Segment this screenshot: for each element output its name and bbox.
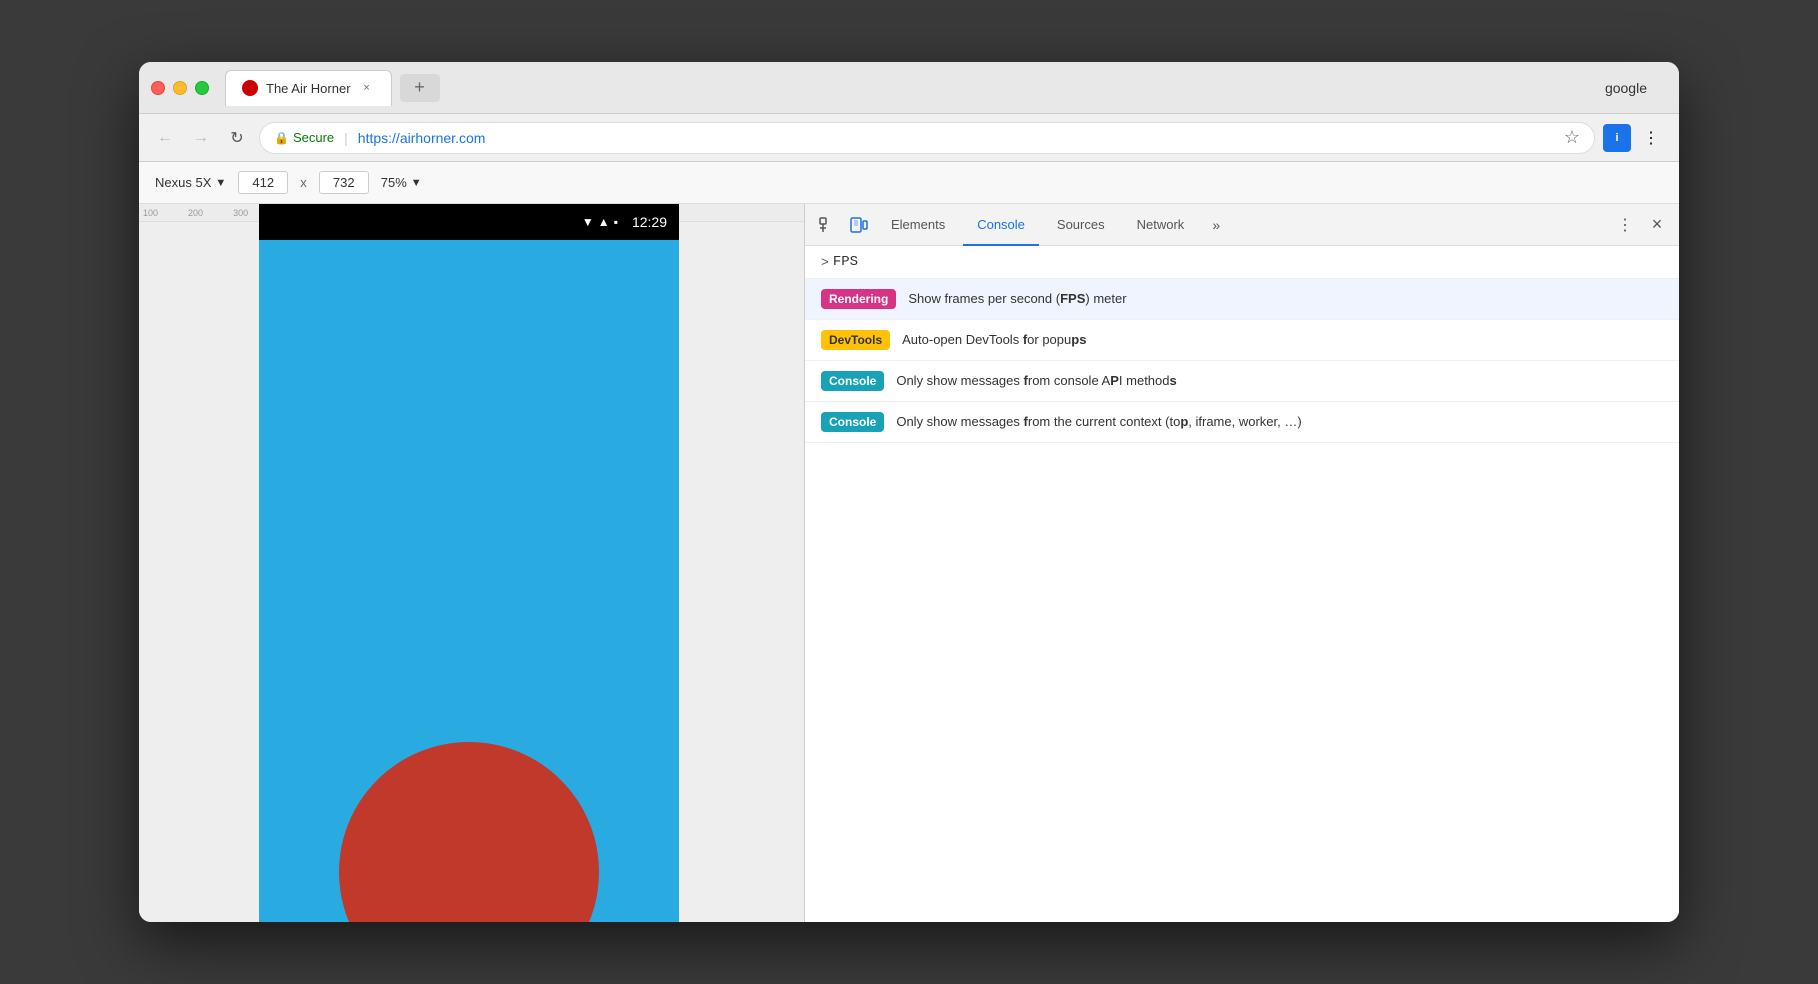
more-tabs-button[interactable]: » xyxy=(1202,211,1230,239)
tab-console[interactable]: Console xyxy=(963,204,1039,246)
zoom-selector[interactable]: 75% ▼ xyxy=(381,175,422,190)
devtools-more-button[interactable]: ⋮ xyxy=(1611,211,1639,239)
url-divider: | xyxy=(344,130,348,146)
secure-label: Secure xyxy=(293,130,334,145)
more-button[interactable]: ⋮ xyxy=(1635,122,1667,154)
mobile-screen: ▼ ▲ ▪ 12:29 xyxy=(259,204,679,922)
lock-icon: 🔒 xyxy=(274,131,289,145)
content-area: 100 200 300 400 500 600 ▼ ▲ ▪ 12:29 xyxy=(139,204,1679,922)
autocomplete-list: Rendering Show frames per second (FPS) m… xyxy=(805,279,1679,922)
devtools-close-button[interactable]: × xyxy=(1643,211,1671,239)
back-button[interactable]: ← xyxy=(151,124,179,152)
zoom-dropdown-icon: ▼ xyxy=(411,177,422,189)
refresh-button[interactable]: ↻ xyxy=(223,124,251,152)
battery-icon: ▪ xyxy=(614,215,618,229)
bookmark-icon[interactable]: ☆ xyxy=(1564,127,1580,148)
status-icons: ▼ ▲ ▪ xyxy=(582,215,618,229)
forward-button[interactable]: → xyxy=(187,124,215,152)
extension-icon[interactable]: i xyxy=(1603,124,1631,152)
viewport: 100 200 300 400 500 600 ▼ ▲ ▪ 12:29 xyxy=(139,204,804,922)
autocomplete-item[interactable]: Console Only show messages from console … xyxy=(805,361,1679,402)
url-text: https://airhorner.com xyxy=(358,130,486,146)
active-tab[interactable]: The Air Horner × xyxy=(225,70,392,106)
devtools-more-icon: ⋮ xyxy=(1617,215,1633,235)
height-input[interactable]: 732 xyxy=(319,171,369,194)
badge-console-2: Console xyxy=(821,412,884,432)
status-time: 12:29 xyxy=(632,214,667,230)
devtools-close-icon: × xyxy=(1652,214,1663,235)
signal-icon: ▲ xyxy=(598,215,610,229)
address-bar[interactable]: 🔒 Secure | https://airhorner.com ☆ xyxy=(259,122,1595,154)
autocomplete-item[interactable]: DevTools Auto-open DevTools for popups xyxy=(805,320,1679,361)
tab-title: The Air Horner xyxy=(266,81,351,96)
autocomplete-text-2: Auto-open DevTools for popups xyxy=(902,331,1086,349)
mobile-content xyxy=(259,240,679,922)
refresh-icon: ↻ xyxy=(230,128,243,148)
tab-favicon xyxy=(242,80,258,96)
tab-network[interactable]: Network xyxy=(1123,204,1199,246)
close-button[interactable] xyxy=(151,81,165,95)
zoom-level: 75% xyxy=(381,175,407,190)
autocomplete-text-4: Only show messages from the current cont… xyxy=(896,413,1301,431)
tab-elements[interactable]: Elements xyxy=(877,204,959,246)
forward-icon: → xyxy=(193,129,209,147)
tab-sources[interactable]: Sources xyxy=(1043,204,1119,246)
tab-close-button[interactable]: × xyxy=(359,80,375,96)
tab-bar: The Air Horner × + xyxy=(225,70,1605,106)
traffic-lights xyxy=(151,81,209,95)
device-selector[interactable]: Nexus 5X ▼ xyxy=(155,175,226,190)
autocomplete-text-3: Only show messages from console API meth… xyxy=(896,372,1176,390)
console-input[interactable] xyxy=(833,254,1663,270)
badge-console-1: Console xyxy=(821,371,884,391)
red-circle xyxy=(339,742,599,922)
console-input-area: > xyxy=(805,246,1679,279)
device-dropdown-icon: ▼ xyxy=(215,177,226,189)
console-prompt: > xyxy=(821,255,829,270)
devtools-toolbar: Elements Console Sources Network » ⋮ × xyxy=(805,204,1679,246)
width-input[interactable]: 412 xyxy=(238,171,288,194)
wifi-icon: ▼ xyxy=(582,215,594,229)
dimension-separator: x xyxy=(300,175,307,190)
google-search-text: google xyxy=(1605,80,1667,96)
back-icon: ← xyxy=(157,129,173,147)
secure-badge: 🔒 Secure xyxy=(274,130,334,145)
more-icon: ⋮ xyxy=(1643,128,1659,148)
autocomplete-item[interactable]: Console Only show messages from the curr… xyxy=(805,402,1679,443)
device-name: Nexus 5X xyxy=(155,175,211,190)
device-emulation-button[interactable] xyxy=(845,211,873,239)
badge-devtools: DevTools xyxy=(821,330,890,350)
title-bar: The Air Horner × + google xyxy=(139,62,1679,114)
devtools-panel: Elements Console Sources Network » ⋮ × xyxy=(804,204,1679,922)
badge-rendering: Rendering xyxy=(821,289,896,309)
inspect-element-button[interactable] xyxy=(813,211,841,239)
toolbar-icons: i ⋮ xyxy=(1603,122,1667,154)
minimize-button[interactable] xyxy=(173,81,187,95)
autocomplete-text-1: Show frames per second (FPS) meter xyxy=(908,290,1126,308)
mobile-status-bar: ▼ ▲ ▪ 12:29 xyxy=(259,204,679,240)
browser-window: The Air Horner × + google ← → ↻ 🔒 Secure xyxy=(139,62,1679,922)
maximize-button[interactable] xyxy=(195,81,209,95)
new-tab-button[interactable]: + xyxy=(400,74,440,102)
omnibar: ← → ↻ 🔒 Secure | https://airhorner.com ☆… xyxy=(139,114,1679,162)
device-toolbar: Nexus 5X ▼ 412 x 732 75% ▼ xyxy=(139,162,1679,204)
autocomplete-item[interactable]: Rendering Show frames per second (FPS) m… xyxy=(805,279,1679,320)
